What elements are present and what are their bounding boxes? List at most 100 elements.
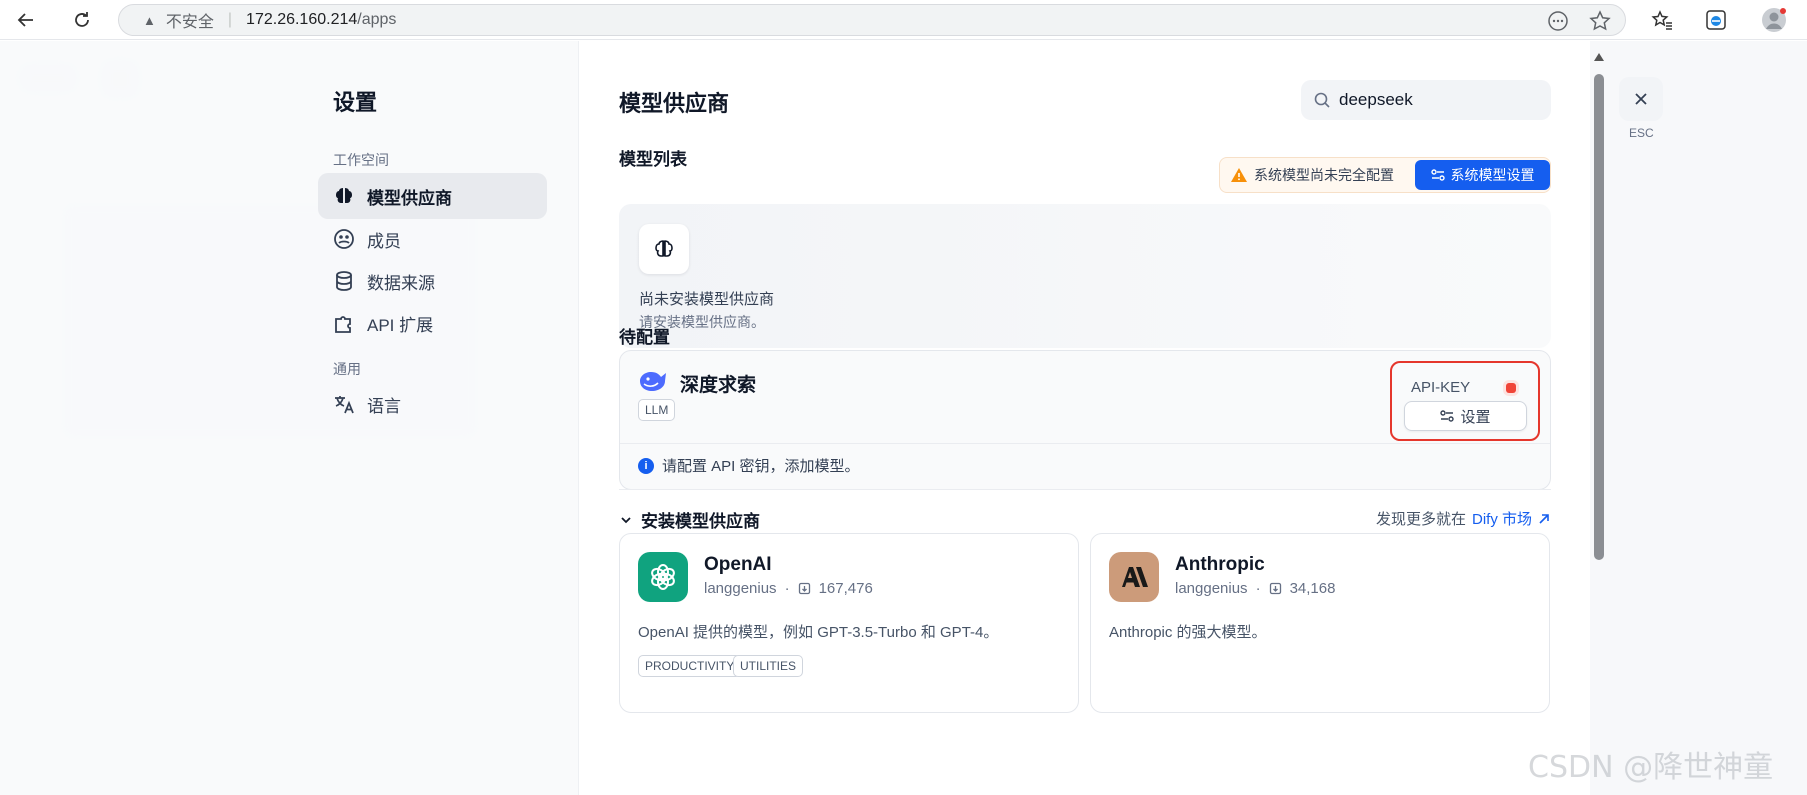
plugin-install-count: 34,168 (1289, 580, 1336, 597)
provider-type-tag: LLM (638, 399, 676, 421)
deepseek-whale-icon (640, 372, 666, 391)
plugin-description: Anthropic 的强大模型。 (1109, 624, 1267, 641)
sidebar-item-label: 语言 (367, 396, 401, 416)
api-key-section: API-KEY 设置 (1390, 361, 1540, 441)
settings-sidebar: 设置 工作空间 模型供应商 成员 数据来源 API 扩展 通用 语言 (0, 41, 578, 795)
sidebar-item-label: 数据来源 (367, 273, 435, 293)
meta-separator: · (784, 580, 790, 597)
market-card-anthropic[interactable]: Anthropic langgenius · 34,168 Anthropic … (1090, 533, 1550, 713)
reload-icon (75, 12, 89, 27)
url-host: 172.26.160.214 (246, 11, 358, 28)
dify-marketplace-link[interactable]: Dify 市场 (1472, 508, 1532, 529)
download-icon (798, 582, 810, 595)
watermark: CSDN @降世神童 (1528, 750, 1774, 785)
empty-state-icon-box (639, 224, 689, 274)
sidebar-item-model-providers[interactable]: 模型供应商 (318, 173, 547, 219)
settings-title: 设置 (333, 90, 378, 115)
brain-outline-icon (655, 240, 673, 257)
page-title: 模型供应商 (619, 91, 730, 116)
reload-button[interactable] (68, 6, 96, 34)
favorites-button[interactable] (1648, 6, 1676, 34)
provider-info-text: 请配置 API 密钥，添加模型。 (662, 458, 860, 475)
edge-icon (1706, 10, 1726, 30)
install-providers-toggle[interactable]: 安装模型供应商 (619, 507, 760, 532)
search-input[interactable]: deepseek (1301, 80, 1551, 120)
sidebar-item-label: API 扩展 (367, 315, 434, 335)
market-card-openai[interactable]: OpenAI langgenius · 167,476 OpenAI 提供的模型… (619, 533, 1079, 713)
sidebar-item-label: 模型供应商 (367, 188, 452, 208)
anthropic-logo-icon (1109, 552, 1159, 602)
provider-settings-button[interactable]: 设置 (1404, 401, 1527, 431)
search-value: deepseek (1339, 90, 1413, 109)
scroll-thumb[interactable] (1594, 74, 1604, 560)
address-separator: | (227, 11, 233, 28)
arrow-up-right-icon (1539, 513, 1549, 524)
plugin-author: langgenius (1175, 580, 1248, 597)
sidebar-item-data-sources[interactable]: 数据来源 (318, 258, 547, 304)
discover-prefix: 发现更多就在 (1375, 511, 1466, 528)
general-section-label: 通用 (333, 361, 361, 377)
provider-info-row: i 请配置 API 密钥，添加模型。 (638, 455, 860, 476)
sidebar-item-language[interactable]: 语言 (318, 381, 547, 427)
plugin-name: Anthropic (1175, 554, 1265, 575)
security-status: 不安全 (165, 14, 214, 31)
empty-state-title: 尚未安装模型供应商 (639, 291, 775, 308)
favorites-icon (1651, 10, 1672, 30)
download-icon (1269, 582, 1281, 595)
sliders-icon (1440, 410, 1455, 422)
api-key-status-indicator (1506, 383, 1516, 393)
panel-scrollbar[interactable] (1590, 41, 1608, 795)
plugin-install-count: 167,476 (818, 580, 873, 597)
warning-icon (1231, 168, 1247, 182)
empty-model-list: 尚未安装模型供应商 请安装模型供应商。 (619, 204, 1551, 348)
provider-card-divider (620, 443, 1550, 444)
star-icon[interactable] (1589, 10, 1611, 32)
provider-card-deepseek: 深度求索 LLM API-KEY 设置 i 请配置 API 密钥，添加模型。 (619, 350, 1551, 490)
puzzle-icon (333, 312, 355, 334)
more-icon[interactable] (1547, 10, 1569, 32)
section-divider (619, 489, 1551, 490)
api-key-label: API-KEY (1411, 379, 1471, 396)
marketplace-link-row: 发现更多就在 Dify 市场 (1376, 508, 1550, 529)
plugin-tag: UTILITIES (733, 655, 804, 677)
translate-icon (333, 393, 355, 415)
close-settings-button[interactable] (1619, 77, 1663, 121)
info-icon: i (638, 457, 654, 474)
plugin-author: langgenius (704, 580, 777, 597)
scroll-up-arrow-icon[interactable] (1594, 53, 1604, 61)
sidebar-item-label: 成员 (367, 231, 401, 251)
model-list-title: 模型列表 (619, 150, 687, 169)
chevron-down-icon (621, 516, 631, 523)
sidebar-item-members[interactable]: 成员 (318, 216, 547, 262)
install-providers-title: 安装模型供应商 (641, 512, 760, 531)
openai-logo-icon (638, 552, 688, 602)
profile-button[interactable] (1760, 6, 1788, 34)
system-model-settings-button[interactable]: 系统模型设置 (1415, 160, 1550, 190)
arrow-left-icon (17, 13, 33, 27)
close-icon (1635, 93, 1647, 105)
sliders-icon (1430, 169, 1445, 181)
esc-hint: ESC (1629, 126, 1654, 140)
plugin-description: OpenAI 提供的模型，例如 GPT-3.5-Turbo 和 GPT-4。 (638, 624, 999, 641)
avatar-icon (1762, 8, 1786, 32)
warning-text: 系统模型尚未完全配置 (1254, 167, 1394, 183)
url-path: /apps (357, 11, 397, 28)
database-icon (333, 270, 355, 292)
back-button[interactable] (12, 6, 40, 34)
members-icon (333, 228, 355, 250)
meta-separator: · (1255, 580, 1261, 597)
provider-settings-label: 设置 (1460, 408, 1491, 426)
plugin-meta: langgenius · 167,476 (704, 580, 873, 597)
model-providers-panel: 模型供应商 deepseek 模型列表 系统模型尚未完全配置 系统模型设置 尚未… (578, 41, 1590, 795)
search-icon (1314, 92, 1330, 108)
sidebar-item-api-extensions[interactable]: API 扩展 (318, 300, 547, 346)
workspace-section-label: 工作空间 (333, 152, 389, 168)
pending-config-title: 待配置 (619, 328, 670, 347)
browser-toolbar: ▲ 不安全 | 172.26.160.214 /apps (0, 0, 1807, 40)
plugin-name: OpenAI (704, 554, 772, 575)
system-model-settings-label: 系统模型设置 (1450, 167, 1535, 183)
address-bar[interactable]: ▲ 不安全 | 172.26.160.214 /apps (118, 4, 1626, 36)
plugin-tag: PRODUCTIVITY (638, 655, 742, 677)
address-bar-actions (1547, 10, 1611, 32)
edge-extension-button[interactable] (1702, 6, 1730, 34)
